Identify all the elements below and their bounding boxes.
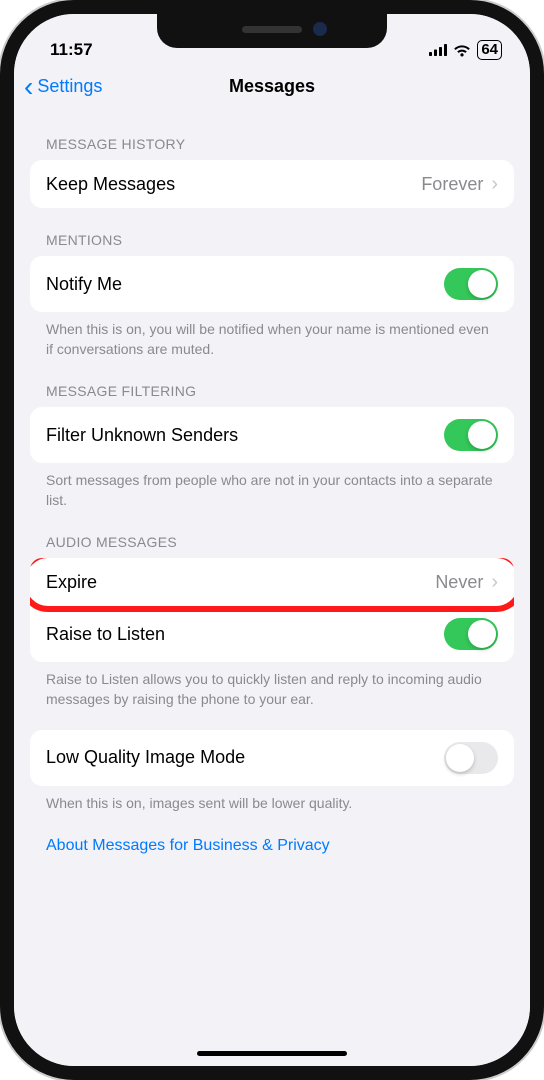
group-message-filtering: Filter Unknown Senders bbox=[30, 407, 514, 463]
group-low-quality: Low Quality Image Mode bbox=[30, 730, 514, 786]
row-value: Forever bbox=[421, 174, 483, 195]
status-time: 11:57 bbox=[50, 40, 93, 60]
group-message-history: Keep Messages Forever › bbox=[30, 160, 514, 208]
notch bbox=[157, 14, 387, 48]
section-header-audio-messages: AUDIO MESSAGES bbox=[14, 510, 530, 558]
back-label: Settings bbox=[37, 76, 102, 97]
row-keep-messages[interactable]: Keep Messages Forever › bbox=[30, 160, 514, 208]
chevron-right-icon: › bbox=[491, 572, 498, 592]
chevron-left-icon: ‹ bbox=[24, 73, 33, 101]
section-footer-low-quality: When this is on, images sent will be low… bbox=[14, 786, 530, 814]
row-value: Never bbox=[435, 572, 483, 593]
row-label: Notify Me bbox=[46, 274, 444, 295]
section-footer-mentions: When this is on, you will be notified wh… bbox=[14, 312, 530, 359]
row-low-quality-image-mode[interactable]: Low Quality Image Mode bbox=[30, 730, 514, 786]
section-footer-filtering: Sort messages from people who are not in… bbox=[14, 463, 530, 510]
status-indicators: 64 bbox=[429, 40, 502, 60]
row-label: Filter Unknown Senders bbox=[46, 425, 444, 446]
toggle-notify-me[interactable] bbox=[444, 268, 498, 300]
back-button[interactable]: ‹ Settings bbox=[24, 73, 102, 101]
screen: 11:57 64 ‹ Settings Messages MESSAGE HIS… bbox=[14, 14, 530, 1066]
group-audio-messages: Expire Never › Raise to Listen bbox=[30, 558, 514, 662]
battery-indicator: 64 bbox=[477, 40, 502, 60]
battery-percent: 64 bbox=[477, 40, 502, 60]
link-about-messages-business-privacy[interactable]: About Messages for Business & Privacy bbox=[14, 813, 530, 879]
wifi-icon bbox=[453, 44, 471, 57]
page-title: Messages bbox=[229, 76, 315, 97]
toggle-low-quality[interactable] bbox=[444, 742, 498, 774]
group-mentions: Notify Me bbox=[30, 256, 514, 312]
chevron-right-icon: › bbox=[491, 174, 498, 194]
row-label: Raise to Listen bbox=[46, 624, 444, 645]
home-indicator[interactable] bbox=[197, 1051, 347, 1056]
row-expire[interactable]: Expire Never › bbox=[30, 558, 514, 606]
section-header-message-history: MESSAGE HISTORY bbox=[14, 112, 530, 160]
section-footer-audio: Raise to Listen allows you to quickly li… bbox=[14, 662, 530, 709]
row-label: Keep Messages bbox=[46, 174, 421, 195]
section-header-mentions: MENTIONS bbox=[14, 208, 530, 256]
settings-content[interactable]: MESSAGE HISTORY Keep Messages Forever › … bbox=[14, 112, 530, 1066]
nav-bar: ‹ Settings Messages bbox=[14, 62, 530, 112]
section-header-message-filtering: MESSAGE FILTERING bbox=[14, 359, 530, 407]
phone-frame: 11:57 64 ‹ Settings Messages MESSAGE HIS… bbox=[0, 0, 544, 1080]
row-filter-unknown-senders[interactable]: Filter Unknown Senders bbox=[30, 407, 514, 463]
row-notify-me[interactable]: Notify Me bbox=[30, 256, 514, 312]
row-label: Expire bbox=[46, 572, 435, 593]
cellular-icon bbox=[429, 44, 447, 56]
toggle-filter-unknown[interactable] bbox=[444, 419, 498, 451]
toggle-raise-to-listen[interactable] bbox=[444, 618, 498, 650]
row-label: Low Quality Image Mode bbox=[46, 747, 444, 768]
row-raise-to-listen[interactable]: Raise to Listen bbox=[30, 606, 514, 662]
